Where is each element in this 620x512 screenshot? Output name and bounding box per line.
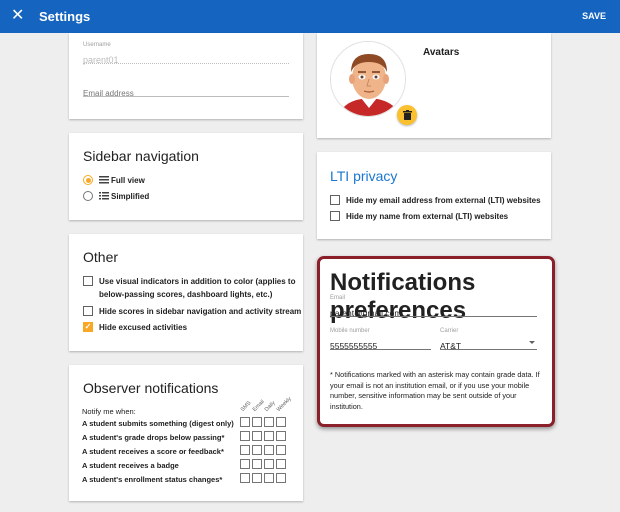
hide-email-lti-option[interactable]: Hide my email address from external (LTI… [330,194,541,207]
hide-email-lti-checkbox[interactable] [330,195,340,205]
checkbox-email[interactable] [252,431,262,441]
account-card: Username parent01 Email address [69,33,303,119]
observer-row-score-feedback-checkboxes [240,445,288,455]
carrier-label: Carrier [440,328,459,334]
username-field: parent01 [83,50,289,65]
observer-row-grade-drops: A student's grade drops below passing* [82,433,225,442]
observer-notifications-title: Observer notifications [83,380,219,396]
trash-icon [402,110,412,120]
email-address-placeholder: Email address [83,89,134,98]
email-field[interactable]: parent@gmail.com [330,303,537,318]
notifications-note: * Notifications marked with an asterisk … [330,370,540,411]
hide-scores-checkbox[interactable] [83,306,93,316]
simplified-label: Simplified [111,191,150,201]
avatars-card: Avatars [317,33,551,138]
column-daily: Daily [263,400,277,413]
carrier-select[interactable]: AT&T [440,336,537,351]
delete-avatar-button[interactable] [397,105,417,125]
checkbox-weekly[interactable] [276,417,286,427]
hide-excused-label: Hide excused activities [99,323,188,332]
app-bar: ✕ Settings SAVE [0,0,620,33]
checkbox-weekly[interactable] [276,431,286,441]
column-weekly: Weekly [275,396,293,413]
full-view-option[interactable]: Full view [83,175,145,185]
lti-privacy-card: LTI privacy Hide my email address from e… [317,152,551,239]
simplified-icon [99,192,109,200]
hide-name-lti-checkbox[interactable] [330,211,340,221]
full-view-icon [99,176,109,184]
column-email: Email [251,399,266,413]
email-address-field[interactable]: Email address [83,83,289,98]
checkbox-sms[interactable] [240,417,250,427]
checkbox-email[interactable] [252,417,262,427]
simplified-option[interactable]: Simplified [83,191,149,201]
checkbox-email[interactable] [252,459,262,469]
hide-name-lti-option[interactable]: Hide my name from external (LTI) website… [330,210,508,223]
hide-excused-checkbox[interactable] [83,322,93,332]
checkbox-weekly[interactable] [276,459,286,469]
observer-row-submits: A student submits something (digest only… [82,419,234,428]
username-label: Username [83,42,111,48]
save-button[interactable]: SAVE [582,11,606,21]
full-view-label: Full view [111,175,145,185]
checkbox-sms[interactable] [240,473,250,483]
checkbox-weekly[interactable] [276,473,286,483]
observer-row-badge-checkboxes [240,459,288,469]
observer-row-enrollment: A student's enrollment status changes* [82,475,223,484]
observer-row-badge: A student receives a badge [82,461,179,470]
sidebar-navigation-title: Sidebar navigation [83,148,199,164]
close-icon[interactable]: ✕ [11,8,25,24]
checkbox-email[interactable] [252,473,262,483]
observer-row-grade-drops-checkboxes [240,431,288,441]
observer-row-submits-checkboxes [240,417,288,427]
column-sms: SMS [239,400,253,413]
other-card: Other Use visual indicators in addition … [69,234,303,351]
sidebar-navigation-card: Sidebar navigation Full view Simplified [69,133,303,220]
carrier-value: AT&T [440,341,462,351]
checkbox-sms[interactable] [240,459,250,469]
page-title: Settings [39,9,91,24]
hide-name-lti-label: Hide my name from external (LTI) website… [346,212,509,221]
visual-indicators-checkbox[interactable] [83,276,93,286]
visual-indicators-label: Use visual indicators in addition to col… [99,277,296,299]
visual-indicators-option[interactable]: Use visual indicators in addition to col… [83,275,297,301]
chevron-down-icon [529,341,535,344]
observer-row-score-feedback: A student receives a score or feedback* [82,447,224,456]
observer-notifications-card: Observer notifications Notify me when: S… [69,365,303,501]
username-value: parent01 [83,55,119,65]
mobile-number-label: Mobile number [330,328,370,334]
simplified-radio[interactable] [83,191,93,201]
checkbox-weekly[interactable] [276,445,286,455]
checkbox-daily[interactable] [264,445,274,455]
notifications-preferences-card: Notifications preferences Email parent@g… [317,256,555,427]
checkbox-daily[interactable] [264,459,274,469]
email-value: parent@gmail.com [330,308,402,318]
checkbox-daily[interactable] [264,431,274,441]
checkbox-daily[interactable] [264,473,274,483]
full-view-radio[interactable] [83,175,93,185]
checkbox-email[interactable] [252,445,262,455]
avatar[interactable] [330,41,406,117]
hide-excused-option[interactable]: Hide excused activities [83,321,187,334]
avatar-face-icon [331,42,405,116]
hide-email-lti-label: Hide my email address from external (LTI… [346,196,541,205]
email-label: Email [330,295,346,301]
mobile-number-value: 5555555555 [330,341,378,351]
observer-row-enrollment-checkboxes [240,473,288,483]
mobile-number-field[interactable]: 5555555555 [330,336,431,351]
notify-me-label: Notify me when: [82,407,136,416]
checkbox-sms[interactable] [240,445,250,455]
checkbox-daily[interactable] [264,417,274,427]
hide-scores-option[interactable]: Hide scores in sidebar navigation and ac… [83,305,301,318]
checkbox-sms[interactable] [240,431,250,441]
lti-privacy-title: LTI privacy [330,168,398,184]
hide-scores-label: Hide scores in sidebar navigation and ac… [99,307,302,316]
avatars-title: Avatars [423,47,460,58]
other-title: Other [83,249,119,265]
